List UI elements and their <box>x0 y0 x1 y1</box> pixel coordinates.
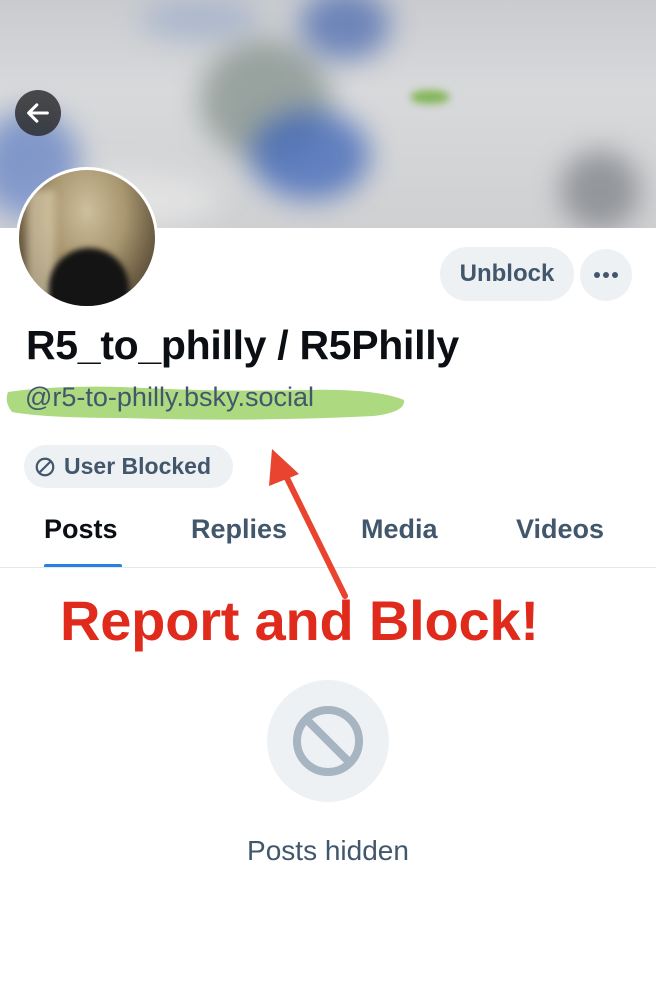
back-button[interactable] <box>15 90 61 136</box>
display-name: R5_to_philly / R5Philly <box>26 322 459 368</box>
arrow-left-icon <box>27 103 49 123</box>
user-handle: @r5-to-philly.bsky.social <box>25 382 314 412</box>
annotation-text: Report and Block! <box>60 589 539 652</box>
ellipsis-icon <box>594 272 618 278</box>
posts-hidden-text: Posts hidden <box>247 835 409 866</box>
tab-media[interactable]: Media <box>361 514 438 545</box>
more-options-button[interactable] <box>580 249 632 301</box>
blocked-icon <box>35 457 55 476</box>
avatar[interactable] <box>16 167 158 309</box>
profile-screen: Unblock R5_to_philly / R5Philly @r5-to-p… <box>0 0 656 1000</box>
blocked-icon <box>293 706 363 776</box>
tab-posts[interactable]: Posts <box>44 514 118 545</box>
posts-hidden-icon-container <box>267 680 389 802</box>
user-blocked-badge: User Blocked <box>24 445 233 488</box>
annotation-arrow <box>269 449 348 599</box>
user-blocked-label: User Blocked <box>64 453 212 479</box>
tab-videos[interactable]: Videos <box>516 514 604 545</box>
unblock-button[interactable]: Unblock <box>440 247 574 301</box>
